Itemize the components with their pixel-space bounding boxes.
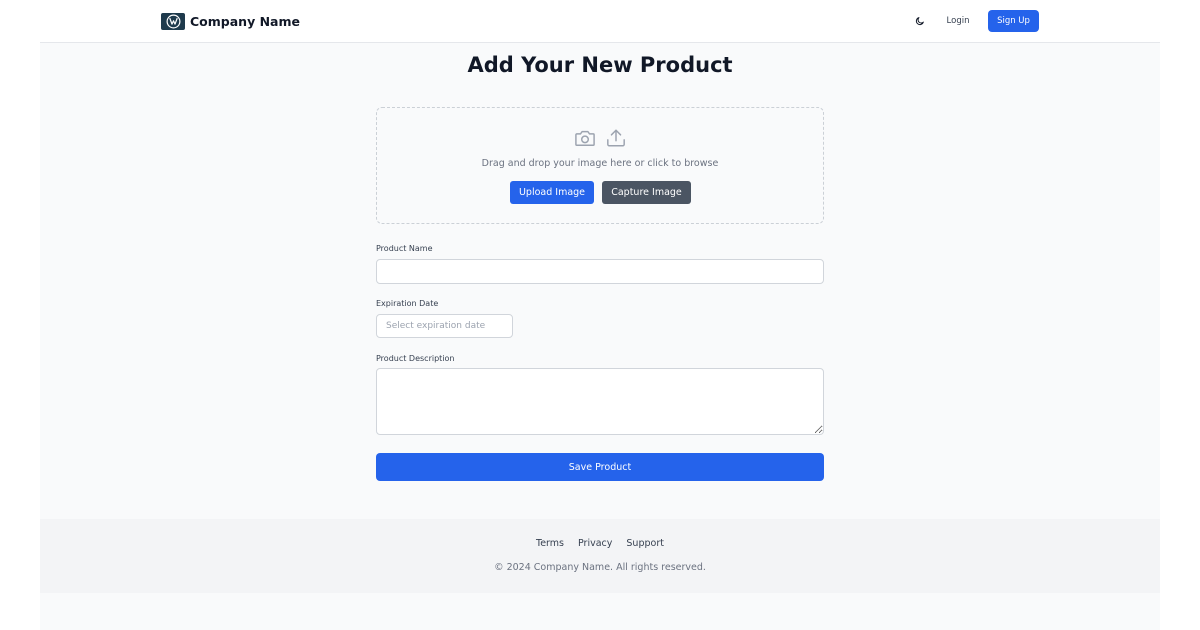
- save-product-button[interactable]: Save Product: [376, 453, 824, 481]
- dropzone-icons: [377, 127, 823, 149]
- product-name-label: Product Name: [376, 244, 433, 253]
- header: Company Name Login Sign Up: [40, 0, 1160, 43]
- signup-button[interactable]: Sign Up: [988, 10, 1039, 32]
- brand-name: Company Name: [190, 13, 300, 29]
- product-description-label: Product Description: [376, 354, 455, 363]
- footer-link-terms[interactable]: Terms: [536, 538, 564, 549]
- dropzone-instruction: Drag and drop your image here or click t…: [481, 158, 719, 169]
- camera-icon: [574, 127, 596, 149]
- upload-icon: [605, 127, 627, 149]
- company-logo-icon: [161, 12, 185, 30]
- footer-link-privacy[interactable]: Privacy: [578, 538, 612, 549]
- theme-toggle-button[interactable]: [912, 13, 928, 29]
- footer-links: Terms Privacy Support: [40, 538, 1160, 549]
- image-dropzone[interactable]: Drag and drop your image here or click t…: [376, 107, 824, 224]
- page: Company Name Login Sign Up Add Your New …: [40, 0, 1160, 630]
- expiration-date-label: Expiration Date: [376, 299, 439, 308]
- footer-link-support[interactable]: Support: [626, 538, 664, 549]
- product-description-textarea[interactable]: [376, 368, 824, 435]
- capture-image-button[interactable]: Capture Image: [602, 181, 691, 204]
- footer: Terms Privacy Support © 2024 Company Nam…: [40, 519, 1160, 593]
- page-title: Add Your New Product: [467, 53, 733, 77]
- login-button[interactable]: Login: [938, 11, 978, 31]
- moon-icon: [915, 17, 924, 26]
- upload-image-button[interactable]: Upload Image: [510, 181, 594, 204]
- brand[interactable]: Company Name: [161, 12, 300, 30]
- expiration-date-input[interactable]: [376, 314, 513, 338]
- product-name-input[interactable]: [376, 259, 824, 284]
- copyright-text: © 2024 Company Name. All rights reserved…: [494, 562, 706, 573]
